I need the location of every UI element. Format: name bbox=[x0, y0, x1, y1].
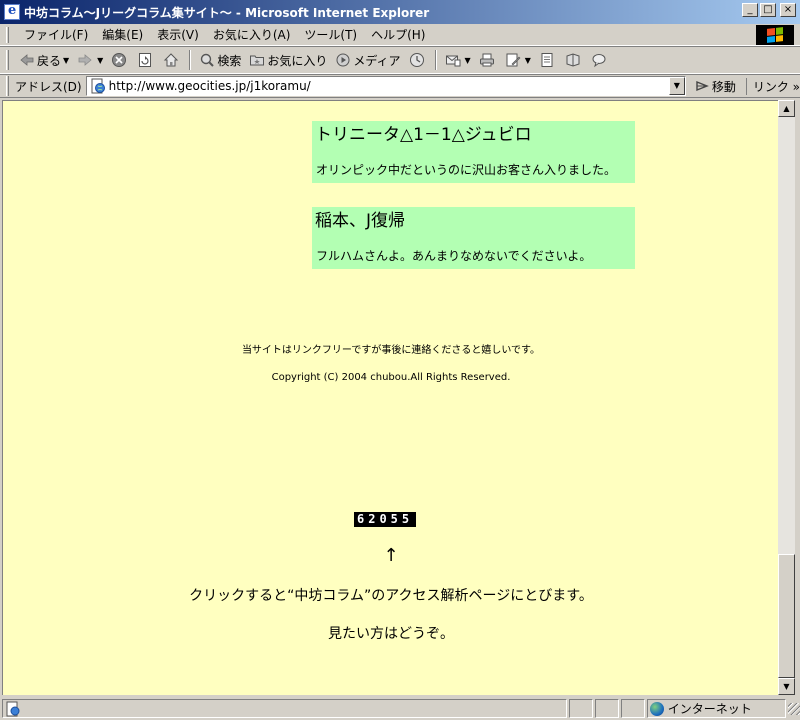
links-button[interactable]: リンク » bbox=[745, 77, 800, 95]
address-bar: アドレス(D) ▼ 移動 リンク » bbox=[0, 74, 800, 98]
discuss-button[interactable] bbox=[535, 48, 561, 72]
toolbar-grip[interactable] bbox=[6, 50, 9, 70]
mail-dropdown-icon[interactable]: ▼ bbox=[465, 56, 471, 65]
address-label: アドレス(D) bbox=[14, 79, 82, 94]
mail-button[interactable]: ▼ bbox=[441, 48, 475, 72]
status-main bbox=[2, 699, 568, 718]
news-item: 稲本、J復帰 フルハムさんよ。あんまりなめないでくださいよ。 bbox=[312, 207, 635, 269]
page-content: トリニータ△1－1△ジュビロ オリンピック中だというのに沢山お客さん入りました。… bbox=[2, 100, 778, 695]
windows-logo bbox=[756, 25, 794, 45]
media-icon bbox=[336, 53, 350, 67]
toolbar-separator bbox=[434, 50, 437, 70]
news-body: フルハムさんよ。あんまりなめないでくださいよ。 bbox=[316, 249, 592, 263]
mail-icon bbox=[445, 55, 461, 67]
scroll-up-button[interactable]: ▲ bbox=[778, 100, 795, 117]
resize-grip[interactable] bbox=[788, 702, 800, 715]
maximize-button[interactable]: □ bbox=[760, 3, 776, 17]
window-title: 中坊コラム～Jリーグコラム集サイト～ - Microsoft Internet … bbox=[24, 5, 430, 20]
go-button[interactable]: 移動 bbox=[694, 78, 736, 95]
link-free-note: 当サイトはリンクフリーですが事後に連絡くださると嬉しいです。 bbox=[241, 345, 541, 356]
news-title: 稲本、J復帰 bbox=[315, 211, 406, 231]
stop-icon bbox=[112, 53, 127, 67]
up-arrow-icon: ↑ bbox=[383, 545, 399, 566]
favorites-folder-icon bbox=[250, 55, 265, 66]
home-icon bbox=[164, 53, 179, 67]
access-invite-text: 見たい方はどうぞ。 bbox=[328, 626, 454, 642]
scroll-thumb[interactable] bbox=[778, 554, 795, 678]
back-arrow-icon bbox=[20, 54, 34, 66]
search-button[interactable]: 検索 bbox=[195, 48, 245, 72]
refresh-icon bbox=[139, 53, 152, 67]
news-body: オリンピック中だというのに沢山お客さん入りました。 bbox=[316, 163, 617, 177]
address-dropdown-icon[interactable]: ▼ bbox=[668, 77, 685, 95]
news-title: トリニータ△1－1△ジュビロ bbox=[315, 125, 532, 145]
address-input[interactable] bbox=[108, 78, 669, 94]
standard-toolbar: 戻る ▼ ▼ 検索 お気に入り メディア ▼ ▼ bbox=[0, 46, 800, 74]
back-button[interactable]: 戻る ▼ bbox=[15, 48, 73, 72]
scroll-down-button[interactable]: ▼ bbox=[778, 678, 795, 695]
globe-icon bbox=[649, 701, 664, 716]
news-item: トリニータ△1－1△ジュビロ オリンピック中だというのに沢山お客さん入りました。 bbox=[312, 121, 635, 183]
windows-flag-icon bbox=[767, 27, 783, 43]
go-arrow-icon bbox=[696, 80, 709, 92]
refresh-button[interactable] bbox=[133, 48, 159, 72]
vertical-scrollbar[interactable]: ▲ ▼ bbox=[778, 100, 795, 695]
zone-label: インターネット bbox=[667, 702, 752, 716]
toolbar-separator bbox=[189, 50, 192, 70]
home-button[interactable] bbox=[159, 48, 185, 72]
messenger-button[interactable] bbox=[587, 48, 613, 72]
edit-dropdown-icon[interactable]: ▼ bbox=[525, 56, 531, 65]
access-counter[interactable]: 62055 bbox=[354, 512, 417, 527]
security-zone[interactable]: インターネット bbox=[646, 699, 787, 718]
back-dropdown-icon[interactable]: ▼ bbox=[63, 56, 69, 65]
links-label: リンク bbox=[752, 79, 789, 94]
forward-arrow-icon bbox=[78, 54, 92, 66]
research-button[interactable] bbox=[561, 48, 587, 72]
history-button[interactable] bbox=[405, 48, 431, 72]
status-cell bbox=[569, 699, 593, 718]
ie-icon bbox=[4, 3, 20, 20]
menu-help[interactable]: ヘルプ(H) bbox=[364, 24, 432, 45]
print-button[interactable] bbox=[475, 48, 501, 72]
menu-view[interactable]: 表示(V) bbox=[150, 24, 206, 45]
title-bar: 中坊コラム～Jリーグコラム集サイト～ - Microsoft Internet … bbox=[0, 0, 800, 24]
forward-button[interactable]: ▼ bbox=[73, 48, 107, 72]
status-cell bbox=[594, 699, 619, 718]
close-button[interactable]: × bbox=[780, 3, 796, 17]
search-icon bbox=[201, 53, 215, 67]
address-field[interactable]: ▼ bbox=[85, 76, 686, 96]
access-info-text: クリックすると“中坊コラム”のアクセス解析ページにとびます。 bbox=[189, 588, 593, 604]
go-label: 移動 bbox=[711, 79, 736, 94]
research-icon bbox=[566, 53, 580, 67]
copyright: Copyright (C) 2004 chubou.All Rights Res… bbox=[271, 372, 511, 383]
search-label: 検索 bbox=[217, 53, 242, 68]
menu-grip[interactable] bbox=[6, 26, 9, 43]
media-button[interactable]: メディア bbox=[331, 48, 404, 72]
print-icon bbox=[479, 53, 494, 67]
back-label: 戻る bbox=[37, 53, 62, 68]
page-icon bbox=[91, 78, 105, 94]
address-grip[interactable] bbox=[6, 76, 9, 96]
menu-bar: ファイル(F) 編集(E) 表示(V) お気に入り(A) ツール(T) ヘルプ(… bbox=[0, 24, 800, 46]
stop-button[interactable] bbox=[107, 48, 133, 72]
menu-favorites[interactable]: お気に入り(A) bbox=[206, 24, 298, 45]
menu-file[interactable]: ファイル(F) bbox=[17, 24, 95, 45]
messenger-icon bbox=[592, 54, 606, 68]
status-bar: インターネット bbox=[0, 697, 800, 720]
edit-button[interactable]: ▼ bbox=[501, 48, 535, 72]
favorites-label: お気に入り bbox=[267, 53, 328, 68]
page-status-icon bbox=[6, 701, 20, 716]
window-controls: _ □ × bbox=[742, 3, 796, 17]
media-label: メディア bbox=[353, 53, 401, 68]
history-icon bbox=[409, 53, 424, 67]
forward-dropdown-icon[interactable]: ▼ bbox=[97, 56, 103, 65]
edit-page-icon bbox=[506, 53, 521, 67]
minimize-button[interactable]: _ bbox=[742, 3, 758, 17]
status-cell bbox=[620, 699, 645, 718]
favorites-button[interactable]: お気に入り bbox=[245, 48, 331, 72]
menu-edit[interactable]: 編集(E) bbox=[95, 24, 150, 45]
document-icon bbox=[541, 53, 553, 67]
menu-tools[interactable]: ツール(T) bbox=[297, 24, 364, 45]
